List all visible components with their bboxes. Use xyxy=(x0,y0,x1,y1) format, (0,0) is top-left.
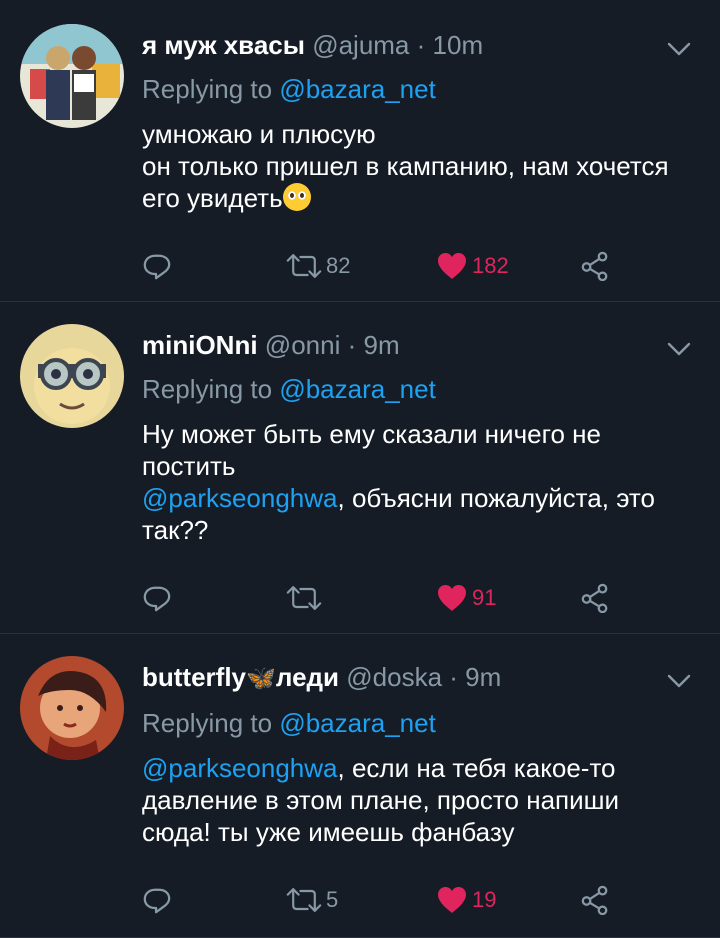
user-handle[interactable]: @doska xyxy=(346,662,442,692)
display-name-part: леди xyxy=(275,662,340,692)
share-icon xyxy=(580,251,610,281)
timestamp[interactable]: 10m xyxy=(433,30,484,60)
reply-icon xyxy=(142,583,172,613)
tweet-text-line: @parkseonghwa, если на тебя какое-то дав… xyxy=(142,752,690,848)
replying-to: Replying to @bazara_net xyxy=(142,372,690,406)
avatar[interactable] xyxy=(20,656,124,760)
butterfly-emoji: 🦋 xyxy=(246,665,276,692)
tweet-text-span: он только пришел в кампанию, нам хочется… xyxy=(142,151,669,213)
like-button[interactable]: 19 xyxy=(436,880,496,920)
user-handle[interactable]: @ajuma xyxy=(312,30,409,60)
tweet-text-line: он только пришел в кампанию, нам хочется… xyxy=(142,150,690,214)
retweet-icon xyxy=(286,251,322,281)
display-name[interactable]: miniONni xyxy=(142,330,258,360)
retweet-button[interactable]: 82 xyxy=(286,246,350,286)
tweet[interactable]: butterfly🦋леди @doska · 9m Replying to @… xyxy=(0,634,720,938)
share-icon xyxy=(580,583,610,613)
tweet-text: умножаю и плюсую он только пришел в камп… xyxy=(142,118,690,214)
display-name[interactable]: я муж хвасы xyxy=(142,30,305,60)
replying-to: Replying to @bazara_net xyxy=(142,72,690,106)
separator-dot: · xyxy=(416,30,426,60)
tweet-actions: 91 xyxy=(142,578,662,618)
retweet-icon xyxy=(286,885,322,915)
avatar[interactable] xyxy=(20,24,124,128)
share-button[interactable] xyxy=(580,578,610,618)
heart-icon xyxy=(436,251,468,281)
replying-to-label: Replying to xyxy=(142,708,273,738)
pleading-face-emoji xyxy=(282,183,311,211)
chevron-down-icon[interactable] xyxy=(666,36,692,62)
display-name-part: butterfly xyxy=(142,662,246,692)
mention-link[interactable]: @parkseonghwa xyxy=(142,483,338,513)
like-count: 19 xyxy=(472,887,497,912)
share-button[interactable] xyxy=(580,246,610,286)
replying-to: Replying to @bazara_net xyxy=(142,706,690,740)
retweet-button[interactable]: 5 xyxy=(286,880,338,920)
timestamp[interactable]: 9m xyxy=(364,330,400,360)
avatar[interactable] xyxy=(20,324,124,428)
retweet-count: 82 xyxy=(326,253,351,278)
reply-button[interactable] xyxy=(142,246,172,286)
retweet-icon xyxy=(286,583,322,613)
heart-icon xyxy=(436,583,468,613)
chevron-down-icon[interactable] xyxy=(666,336,692,362)
display-name[interactable]: butterfly🦋леди xyxy=(142,662,339,692)
tweet-text-line: Ну может быть ему сказали ничего не пост… xyxy=(142,419,601,481)
tweet-header: я муж хвасы @ajuma · 10m xyxy=(142,28,690,62)
reply-button[interactable] xyxy=(142,578,172,618)
like-button[interactable]: 91 xyxy=(436,578,496,618)
retweet-count: 5 xyxy=(326,887,339,912)
replying-to-link[interactable]: @bazara_net xyxy=(279,708,436,738)
tweet-text-line: умножаю и плюсую xyxy=(142,119,376,149)
heart-icon xyxy=(436,885,468,915)
user-handle[interactable]: @onni xyxy=(265,330,341,360)
tweet-text: Ну может быть ему сказали ничего не пост… xyxy=(142,418,690,546)
like-button[interactable]: 182 xyxy=(436,246,509,286)
separator-dot: · xyxy=(449,662,458,692)
replying-to-label: Replying to xyxy=(142,74,273,104)
tweet[interactable]: miniONni @onni · 9m Replying to @bazara_… xyxy=(0,302,720,634)
reply-icon xyxy=(142,251,172,281)
tweet-header: butterfly🦋леди @doska · 9m xyxy=(142,660,690,696)
chevron-down-icon[interactable] xyxy=(666,668,692,694)
mention-link[interactable]: @parkseonghwa xyxy=(142,753,338,783)
reply-icon xyxy=(142,885,172,915)
separator-dot: · xyxy=(347,330,357,360)
share-icon xyxy=(580,885,610,915)
retweet-button[interactable] xyxy=(286,578,326,618)
like-count: 91 xyxy=(472,585,497,610)
tweet-actions: 5 19 xyxy=(142,880,662,920)
reply-button[interactable] xyxy=(142,880,172,920)
tweet-text-line: @parkseonghwa, объясни пожалуйста, это т… xyxy=(142,482,690,546)
replying-to-link[interactable]: @bazara_net xyxy=(279,74,436,104)
like-count: 182 xyxy=(472,253,509,278)
replying-to-link[interactable]: @bazara_net xyxy=(279,374,436,404)
tweet-header: miniONni @onni · 9m xyxy=(142,328,690,362)
share-button[interactable] xyxy=(580,880,610,920)
tweet-text: @parkseonghwa, если на тебя какое-то дав… xyxy=(142,752,690,848)
replying-to-label: Replying to xyxy=(142,374,273,404)
tweet-actions: 82 182 xyxy=(142,246,662,286)
timestamp[interactable]: 9m xyxy=(465,662,501,692)
tweet[interactable]: я муж хвасы @ajuma · 10m Replying to @ba… xyxy=(0,0,720,302)
